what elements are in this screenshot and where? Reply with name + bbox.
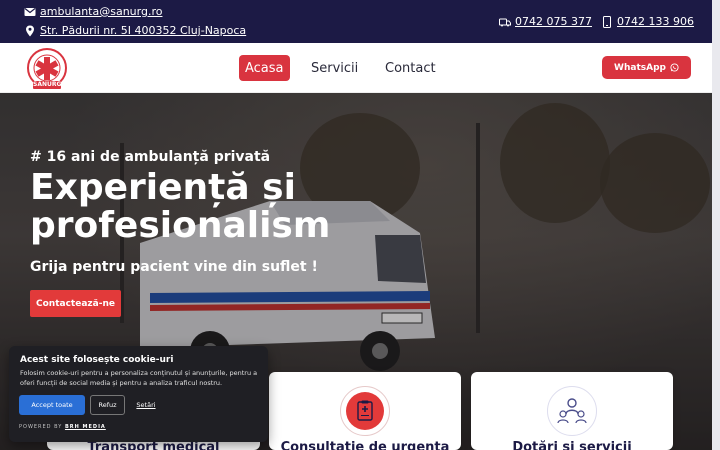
main-navigation: SANURG Acasa Servicii Contact WhatsApp <box>0 43 712 93</box>
hero-subtitle: # 16 ani de ambulanță privată <box>30 149 271 165</box>
whatsapp-button[interactable]: WhatsApp <box>602 56 691 79</box>
service-card-dotari[interactable]: Dotări și servicii <box>471 372 673 450</box>
service-card-title: Dotări și servicii <box>512 440 632 450</box>
phone2-row: 0742 133 906 <box>601 15 694 28</box>
email-link[interactable]: ambulanta@sanurg.ro <box>40 5 162 18</box>
envelope-icon <box>24 7 36 16</box>
cookie-powered-by: POWERED BY BRH MEDIA <box>19 424 106 430</box>
medical-team-icon <box>547 386 597 436</box>
nav-item-servicii[interactable]: Servicii <box>311 55 358 81</box>
nav-item-contact[interactable]: Contact <box>385 55 436 81</box>
hero-title: Experiență și profesionalism <box>30 167 331 246</box>
whatsapp-icon <box>670 63 679 72</box>
cookie-consent-banner: Acest site folosește cookie-uri Folosim … <box>9 346 268 442</box>
cookie-description: Folosim cookie-uri pentru a personaliza … <box>20 369 258 387</box>
cookie-title: Acest site folosește cookie-uri <box>20 355 174 365</box>
address-link[interactable]: Str. Pădurii nr. 5I 400352 Cluj-Napoca <box>40 24 246 37</box>
ambulance-small-icon <box>499 18 511 26</box>
mobile-phone-icon <box>603 15 611 28</box>
phone1-row: 0742 075 377 <box>499 15 592 28</box>
hero-tagline: Grija pentru pacient vine din suflet ! <box>30 259 318 275</box>
service-card-title: Consultație de urgența <box>280 440 450 450</box>
service-card-consultatie[interactable]: Consultație de urgența <box>269 372 461 450</box>
top-info-bar: ambulanta@sanurg.ro Str. Pădurii nr. 5I … <box>0 0 712 43</box>
cookie-refuse-button[interactable]: Refuz <box>90 395 125 415</box>
location-pin-icon <box>26 25 34 36</box>
scrollbar[interactable] <box>712 0 720 450</box>
phone1-link[interactable]: 0742 075 377 <box>515 15 592 28</box>
email-row: ambulanta@sanurg.ro <box>24 5 162 18</box>
logo-wordmark: SANURG <box>33 81 62 88</box>
cookie-accept-button[interactable]: Accept toate <box>19 395 85 415</box>
nav-item-acasa[interactable]: Acasa <box>239 55 290 81</box>
whatsapp-label: WhatsApp <box>614 62 666 73</box>
sanurg-logo[interactable]: SANURG <box>22 47 72 91</box>
address-row: Str. Pădurii nr. 5I 400352 Cluj-Napoca <box>24 24 246 37</box>
powered-by-brand-link[interactable]: BRH MEDIA <box>65 424 106 430</box>
powered-by-prefix: POWERED BY <box>19 424 63 430</box>
phone2-link[interactable]: 0742 133 906 <box>617 15 694 28</box>
contact-cta-button[interactable]: Contactează-ne <box>30 290 121 317</box>
cookie-settings-link[interactable]: Setări <box>129 395 163 415</box>
medical-clipboard-icon <box>340 386 390 436</box>
